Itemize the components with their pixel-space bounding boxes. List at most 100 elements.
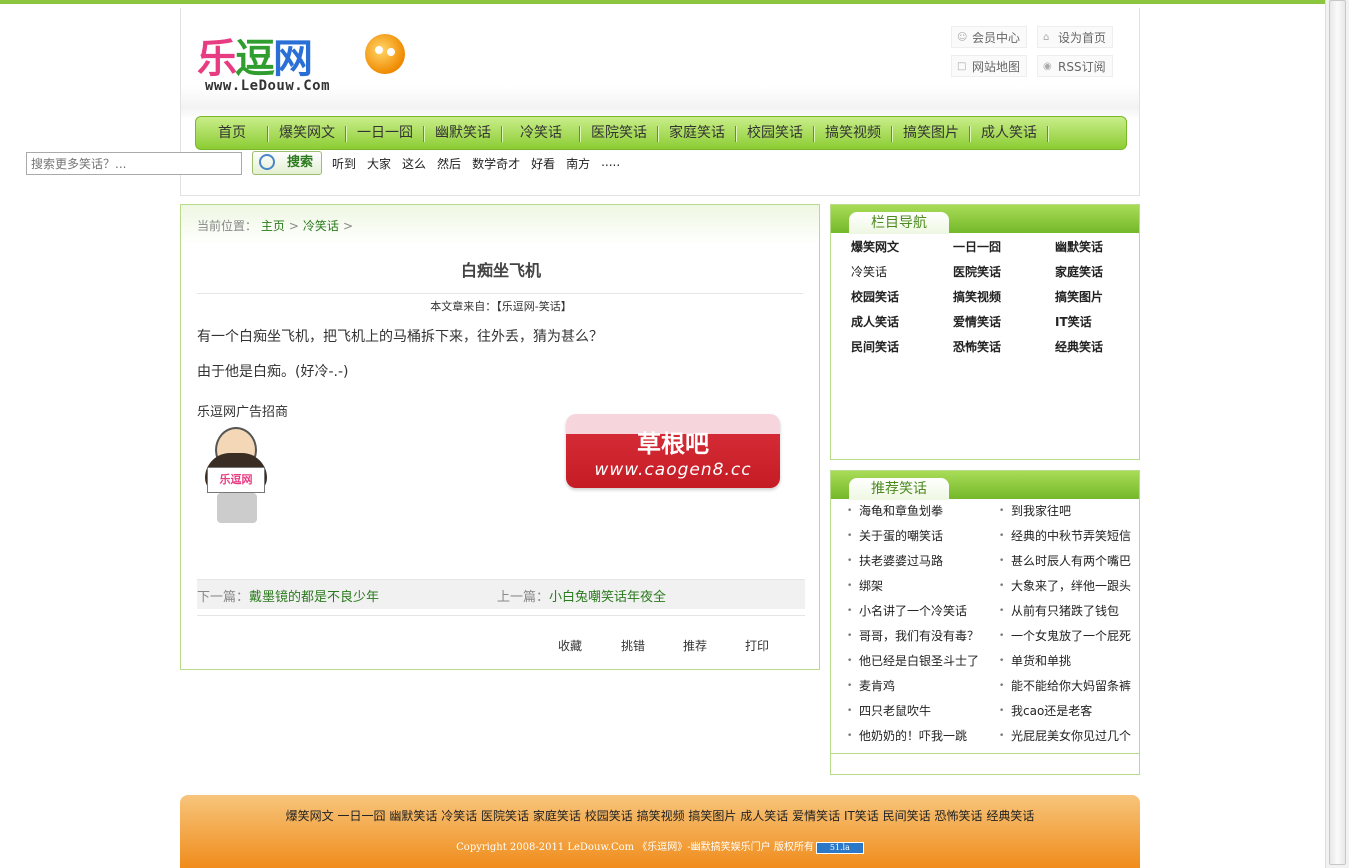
map-icon: □ (957, 61, 967, 72)
stats-counter-badge[interactable]: 51.la (815, 841, 864, 854)
rss-link[interactable]: ◉ RSS订阅 (1037, 55, 1113, 77)
footer-link[interactable]: 经典笑话 (986, 809, 1034, 823)
footer-link[interactable]: 搞笑视频 (637, 809, 685, 823)
search-button[interactable]: 搜索 (252, 151, 322, 175)
set-homepage-link[interactable]: ⌂ 设为首页 (1037, 26, 1114, 48)
print-button[interactable]: 打印 (745, 637, 769, 654)
nav-item[interactable]: 搞笑图片 (892, 117, 970, 149)
recommended-link[interactable]: 四只老鼠吹牛 (845, 699, 997, 724)
recommended-link[interactable]: 海龟和章鱼划拳 (845, 499, 997, 524)
recommended-link[interactable]: 扶老婆婆过马路 (845, 549, 997, 574)
recommended-link[interactable]: 小名讲了一个冷笑话 (845, 599, 997, 624)
footer-link[interactable]: 爆笑网文 (286, 809, 334, 823)
recommended-link[interactable]: 一个女鬼放了一个屁死 (997, 624, 1149, 649)
breadcrumb-category-link[interactable]: 冷笑话 (303, 219, 339, 233)
category-link[interactable]: 校园笑话 (851, 285, 953, 310)
prev-next-bar: 下一篇：戴墨镜的都是不良少年 上一篇：小白兔嘲笑话年夜全 (197, 579, 805, 609)
footer-links: 爆笑网文 一日一囧 幽默笑话 冷笑话 医院笑话 家庭笑话 校园笑话 搞笑视频 搞… (180, 807, 1140, 824)
nav-item[interactable]: 搞笑视频 (814, 117, 892, 149)
nav-item[interactable]: 医院笑话 (580, 117, 658, 149)
recommended-list: 海龟和章鱼划拳 到我家往吧 关于蛋的嘲笑话 经典的中秋节弄笑短信 扶老婆婆过马路… (831, 499, 1139, 749)
nav-item[interactable]: 一日一囧 (346, 117, 424, 149)
site-logo[interactable]: 乐逗网 www.LeDouw.Com (197, 20, 427, 100)
breadcrumb-home-link[interactable]: 主页 (261, 219, 285, 233)
footer-link[interactable]: 成人笑话 (740, 809, 788, 823)
category-link[interactable]: 爱情笑话 (953, 310, 1055, 335)
category-link[interactable]: 爆笑网文 (851, 235, 953, 260)
hotword-link[interactable]: 南方 (566, 155, 590, 172)
favorite-button[interactable]: 收藏 (558, 637, 582, 654)
sitemap-link[interactable]: □ 网站地图 (951, 55, 1028, 77)
nav-item[interactable]: 冷笑话 (502, 117, 580, 149)
nav-item[interactable]: 校园笑话 (736, 117, 814, 149)
member-center-link[interactable]: ☺ 会员中心 (951, 26, 1028, 48)
recommended-link[interactable]: 单货和单挑 (997, 649, 1149, 674)
hotword-link[interactable]: 这么 (402, 155, 426, 172)
report-error-button[interactable]: 挑错 (621, 637, 645, 654)
recommended-link[interactable]: 到我家往吧 (997, 499, 1149, 524)
next-article-link[interactable]: 戴墨镜的都是不良少年 (249, 590, 379, 605)
recommended-title: 推荐笑话 (849, 478, 949, 500)
footer-link[interactable]: 恐怖笑话 (934, 809, 982, 823)
category-link[interactable]: 幽默笑话 (1055, 235, 1157, 260)
nav-item[interactable]: 幽默笑话 (424, 117, 502, 149)
scrollbar-thumb[interactable] (1329, 0, 1346, 865)
category-link[interactable]: 搞笑图片 (1055, 285, 1157, 310)
category-link[interactable]: 经典笑话 (1055, 335, 1157, 360)
hotword-link[interactable]: 大家 (367, 155, 391, 172)
recommended-link[interactable]: 麦肯鸡 (845, 674, 997, 699)
footer-link[interactable]: 一日一囧 (338, 809, 386, 823)
recommended-link[interactable]: 光屁屁美女你见过几个 (997, 724, 1149, 749)
category-link[interactable]: 恐怖笑话 (953, 335, 1055, 360)
footer-link[interactable]: IT笑话 (844, 809, 879, 823)
category-link[interactable]: 一日一囧 (953, 235, 1055, 260)
footer-link[interactable]: 幽默笑话 (389, 809, 437, 823)
category-link[interactable]: 医院笑话 (953, 260, 1055, 285)
category-link[interactable]: IT笑话 (1055, 310, 1157, 335)
footer-link[interactable]: 民间笑话 (883, 809, 931, 823)
recommended-link[interactable]: 我cao还是老客 (997, 699, 1149, 724)
breadcrumb: 当前位置： 主页 > 冷笑话 > (197, 219, 353, 233)
source-link[interactable]: 【乐逗网-笑话】 (496, 300, 571, 313)
recommend-button[interactable]: 推荐 (683, 637, 707, 654)
ad-label: 乐逗网广告招商 (197, 405, 289, 420)
footer-link[interactable]: 搞笑图片 (688, 809, 736, 823)
footer-link[interactable]: 爱情笑话 (792, 809, 840, 823)
site-header: 乐逗网 www.LeDouw.Com ☺ 会员中心 ⌂ 设为首页 □ 网站地图 ◉ RS… (180, 8, 1140, 196)
vertical-scrollbar[interactable] (1325, 0, 1349, 868)
footer-link[interactable]: 家庭笑话 (533, 809, 581, 823)
category-link[interactable]: 民间笑话 (851, 335, 953, 360)
recommended-link[interactable]: 甚么时辰人有两个嘴巴 (997, 549, 1149, 574)
recommended-link[interactable]: 能不能给你大妈留条裤 (997, 674, 1149, 699)
category-link[interactable]: 冷笑话 (851, 260, 953, 285)
category-link[interactable]: 家庭笑话 (1055, 260, 1157, 285)
article-title: 白痴坐飞机 (460, 261, 541, 280)
nav-item-home[interactable]: 首页 (202, 117, 268, 149)
nav-item[interactable]: 成人笑话 (970, 117, 1048, 149)
recommended-link[interactable]: 绑架 (845, 574, 997, 599)
search-input[interactable] (26, 152, 242, 175)
recommended-link[interactable]: 哥哥，我们有没有毒？ (845, 624, 997, 649)
divider (197, 293, 803, 294)
logo-url: www.LeDouw.Com (205, 78, 331, 94)
recommended-link[interactable]: 经典的中秋节弄笑短信 (997, 524, 1149, 549)
divider (197, 615, 805, 616)
footer-link[interactable]: 校园笑话 (585, 809, 633, 823)
footer-link[interactable]: 冷笑话 (441, 809, 477, 823)
prev-article-link[interactable]: 小白兔嘲笑话年夜全 (549, 590, 666, 605)
hotword-link[interactable]: 数学奇才 (472, 155, 520, 172)
recommended-link[interactable]: 从前有只猪跌了钱包 (997, 599, 1149, 624)
nav-item[interactable]: 爆笑网文 (268, 117, 346, 149)
hotword-link[interactable]: 听到 (332, 155, 356, 172)
recommended-link[interactable]: 关于蛋的嘲笑话 (845, 524, 997, 549)
hotword-link[interactable]: 然后 (437, 155, 461, 172)
category-link[interactable]: 搞笑视频 (953, 285, 1055, 310)
recommended-link[interactable]: 他已经是白银圣斗士了 (845, 649, 997, 674)
footer-link[interactable]: 医院笑话 (481, 809, 529, 823)
category-link[interactable]: 成人笑话 (851, 310, 953, 335)
hotword-link[interactable]: 好看 (531, 155, 555, 172)
ad-mascot-image[interactable]: 乐逗网 (201, 427, 273, 527)
recommended-link[interactable]: 他奶奶的！吓我一跳 (845, 724, 997, 749)
recommended-link[interactable]: 大象来了，绊他一跟头 (997, 574, 1149, 599)
nav-item[interactable]: 家庭笑话 (658, 117, 736, 149)
